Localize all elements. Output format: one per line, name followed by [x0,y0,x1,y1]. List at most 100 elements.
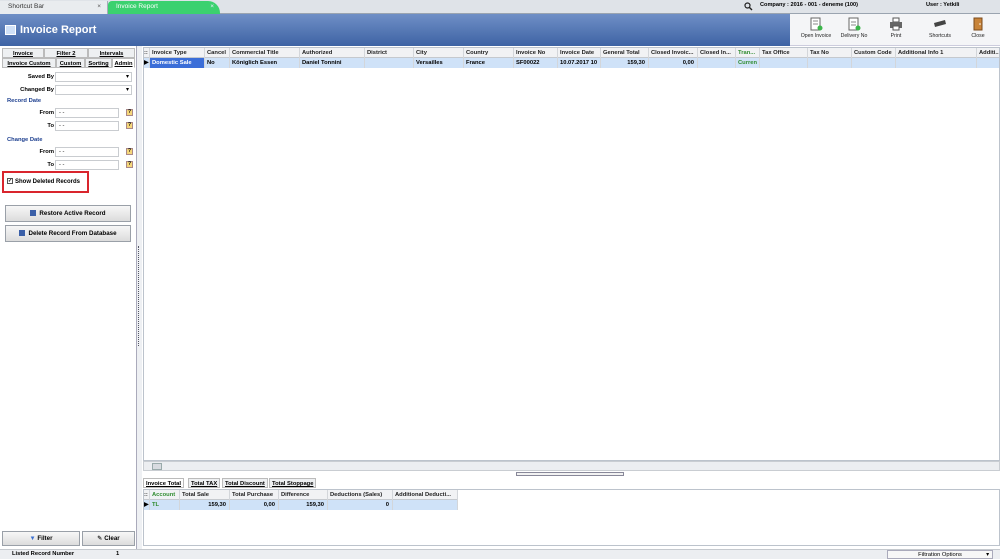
calendar-icon[interactable]: ? [126,122,133,129]
open-invoice-button[interactable]: Open Invoice [796,15,836,45]
column-header[interactable]: Difference [279,490,328,500]
tab-total-tax[interactable]: Total TAX [188,478,221,488]
table-cell[interactable]: TL [150,500,180,510]
column-header[interactable]: District [365,48,414,58]
column-header[interactable]: Total Purchase [230,490,279,500]
table-cell[interactable] [852,58,896,68]
saved-by-select[interactable] [55,72,132,82]
column-header[interactable]: Additional Info 1 [896,48,977,58]
changed-by-label: Changed By [20,87,54,93]
tab-invoice[interactable]: Invoice [2,48,44,58]
change-date-to-row: To - -? [0,160,137,171]
column-header[interactable]: Additional Deducti... [393,490,458,500]
restore-active-record-button[interactable]: Restore Active Record [5,205,131,222]
column-header[interactable]: Tax Office [760,48,808,58]
table-cell[interactable]: Curren [736,58,760,68]
table-cell[interactable] [977,58,999,68]
column-header[interactable]: Country [464,48,514,58]
calendar-icon[interactable]: ? [126,109,133,116]
table-cell[interactable]: Domestic Sale [150,58,205,68]
table-cell[interactable] [808,58,852,68]
filter-button[interactable]: ▼ Filter [2,531,80,546]
table-cell[interactable]: Königlich Essen [230,58,300,68]
search-icon[interactable] [744,2,753,11]
table-cell[interactable]: 159,30 [279,500,328,510]
close-button[interactable]: Close [962,15,994,45]
record-date-from-field[interactable]: - - [55,108,119,118]
table-row[interactable]: ▶ TL 159,30 0,00 159,30 0 [144,500,458,510]
document-tab-bar: Shortcut Bar × Invoice Report × Company : … [0,0,1000,14]
change-date-to-field[interactable]: - - [55,160,119,170]
column-header[interactable]: General Total [601,48,649,58]
tab-admin[interactable]: Admin [112,58,135,68]
column-header[interactable]: Cancel [205,48,230,58]
changed-by-select[interactable] [55,85,132,95]
delivery-no-icon [848,17,861,31]
filter-label: Filter [37,535,53,542]
table-cell[interactable] [698,58,736,68]
clear-button[interactable]: ✎ Clear [82,531,135,546]
calendar-icon[interactable]: ? [126,148,133,155]
column-header[interactable]: Total Sale [180,490,230,500]
table-cell[interactable]: 159,30 [601,58,649,68]
calendar-icon[interactable]: ? [126,161,133,168]
column-header[interactable]: City [414,48,464,58]
shortcuts-button[interactable]: Shortcuts [920,15,960,45]
tab-custom[interactable]: Custom [56,58,85,68]
table-cell[interactable]: 10.07.2017 10 [558,58,601,68]
tab-total-discount[interactable]: Total Discount [222,478,268,488]
horizontal-scrollbar[interactable] [143,461,1000,471]
table-cell[interactable] [365,58,414,68]
print-button[interactable]: Print [878,15,914,45]
column-header[interactable]: Account [150,490,180,500]
close-icon[interactable]: × [210,1,214,13]
delete-record-button[interactable]: Delete Record From Database [5,225,131,242]
column-header[interactable]: Invoice No [514,48,558,58]
table-cell[interactable]: 0,00 [649,58,698,68]
tab-invoice-custom[interactable]: Invoice Custom [2,58,56,68]
tab-invoice-total[interactable]: Invoice Total [143,478,185,488]
panel-splitter[interactable] [137,46,142,550]
tab-sorting[interactable]: Sorting [85,58,112,68]
change-date-from-field[interactable]: - - [55,147,119,157]
table-cell[interactable]: Versailles [414,58,464,68]
bottom-panel-splitter[interactable] [516,472,624,476]
splitter-grip[interactable] [138,246,141,346]
tab-total-stoppage[interactable]: Total Stoppage [269,478,317,488]
column-header[interactable]: Deductions (Sales) [328,490,393,500]
table-cell[interactable]: Daniel Tonnini [300,58,365,68]
column-header[interactable]: Closed In... [698,48,736,58]
close-icon[interactable]: × [97,1,101,13]
column-header[interactable]: Tran... [736,48,760,58]
record-date-to-field[interactable]: - - [55,121,119,131]
column-header[interactable]: Invoice Date [558,48,601,58]
table-cell[interactable]: 0,00 [230,500,279,510]
column-header[interactable]: Additi... [977,48,999,58]
table-cell[interactable]: SF00022 [514,58,558,68]
show-deleted-records-checkbox[interactable]: ✓ Show Deleted Records [2,171,89,193]
to-label: To [47,123,54,129]
table-cell[interactable]: No [205,58,230,68]
column-header[interactable]: Commercial Title [230,48,300,58]
filtration-options-dropdown[interactable]: Filtration Options ▾ [887,550,993,559]
column-header[interactable]: Tax No [808,48,852,58]
table-row[interactable]: ▶ Domestic Sale No Königlich Essen Daniel To… [144,58,999,68]
column-header[interactable]: Authorized [300,48,365,58]
column-header[interactable]: Closed Invoic... [649,48,698,58]
open-invoice-label: Open Invoice [800,33,832,39]
table-cell[interactable] [896,58,977,68]
tab-shortcut-bar[interactable]: Shortcut Bar × [0,1,108,14]
delivery-no-button[interactable]: Delivery No [836,15,872,45]
table-cell[interactable]: 0 [328,500,393,510]
totals-grid: :: Account Total Sale Total Purchase Differe… [143,489,1000,546]
tab-intervals[interactable]: Intervals [88,48,135,58]
table-cell[interactable] [760,58,808,68]
table-cell[interactable]: France [464,58,514,68]
table-cell[interactable]: 159,30 [180,500,230,510]
scrollbar-thumb[interactable] [152,463,162,470]
tab-filter-2[interactable]: Filter 2 [44,48,88,58]
table-cell[interactable] [393,500,458,510]
column-header[interactable]: Custom Code [852,48,896,58]
tab-invoice-report[interactable]: Invoice Report × [108,1,220,14]
column-header[interactable]: Invoice Type [150,48,205,58]
